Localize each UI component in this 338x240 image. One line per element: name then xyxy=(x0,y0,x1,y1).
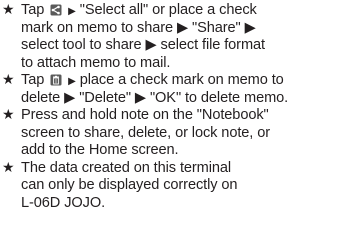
item-1-line-1: Tap ▶ "Select all" or place a check xyxy=(21,2,338,20)
item-4-line-3: L-06D JOJO. xyxy=(21,194,106,211)
item-1-line-3: select tool to share ▶ select file forma… xyxy=(21,37,265,53)
list-item-notebook: ★ Press and hold note on the "Notebook" … xyxy=(0,107,338,160)
item-1-line-1-text: "Select all" or place a check xyxy=(79,2,257,18)
list-item-delete: ★ Tap ▶ place a check mark on memo to de… xyxy=(0,72,338,107)
item-2-line-2: delete ▶ "Delete" ▶ "OK" to delete memo. xyxy=(21,89,289,106)
item-2-line-1-text: place a check mark on memo to xyxy=(79,72,284,88)
list-item-share: ★ Tap ▶ "Select all" or place a check ma… xyxy=(0,2,338,72)
star-bullet-icon: ★ xyxy=(2,159,15,176)
share-icon xyxy=(50,4,62,16)
item-3-line-1: Press and hold note on the "Notebook" xyxy=(21,107,269,123)
item-3-line-2: screen to share, delete, or lock note, o… xyxy=(21,124,270,141)
item-4-line-1: The data created on this terminal xyxy=(21,159,232,176)
item-3-line-3: add to the Home screen. xyxy=(21,142,179,158)
star-bullet-icon: ★ xyxy=(2,72,15,88)
trash-icon xyxy=(50,74,62,86)
arrow-icon: ▶ xyxy=(68,6,76,17)
star-bullet-icon: ★ xyxy=(2,2,15,18)
item-2-line-1: Tap ▶ place a check mark on memo to xyxy=(21,72,338,90)
instruction-list: ★ Tap ▶ "Select all" or place a check ma… xyxy=(0,0,338,240)
star-bullet-icon: ★ xyxy=(2,107,15,123)
tap-label: Tap xyxy=(21,2,45,18)
list-item-compatibility: ★ The data created on this terminal can … xyxy=(0,160,338,213)
item-1-line-2: mark on memo to share ▶ "Share" ▶ xyxy=(21,19,256,36)
arrow-icon: ▶ xyxy=(68,76,76,87)
item-4-line-2: can only be displayed correctly on xyxy=(21,177,238,193)
tap-label: Tap xyxy=(21,72,45,88)
item-1-line-4: to attach memo to mail. xyxy=(21,54,171,71)
